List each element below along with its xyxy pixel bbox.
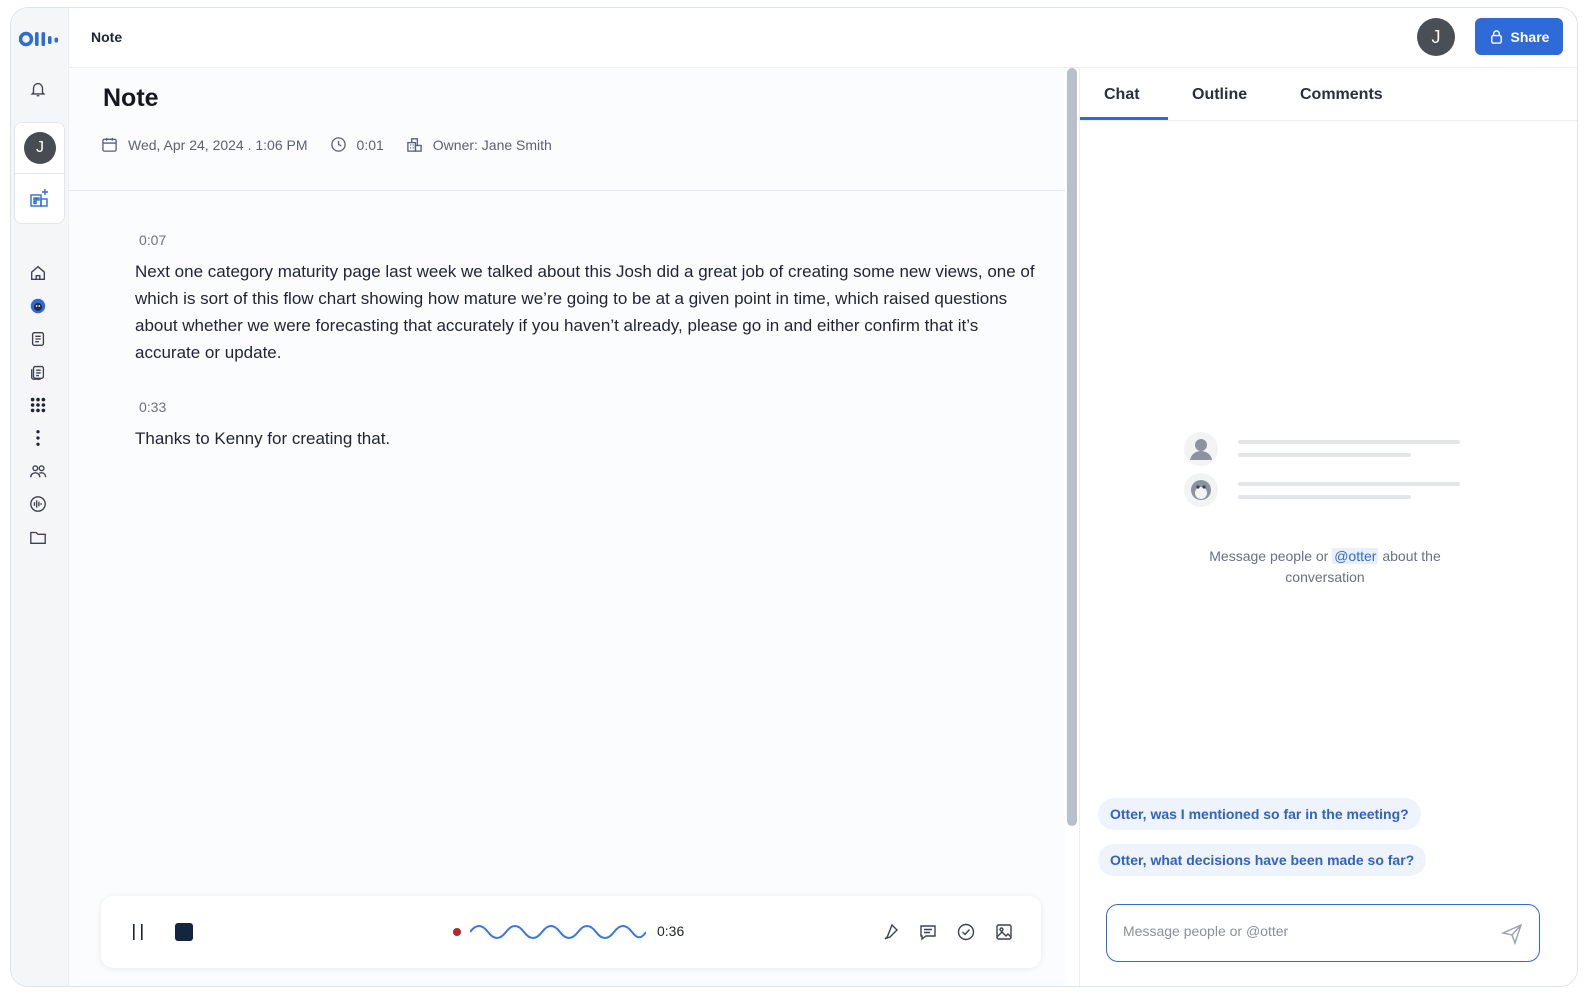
top-bar: Note J Share xyxy=(69,8,1577,68)
panel-tabs: Chat Outline Comments xyxy=(1080,68,1577,121)
chat-input-box xyxy=(1106,904,1540,962)
note-date: Wed, Apr 24, 2024 . 1:06 PM xyxy=(128,136,308,153)
otter-icon[interactable] xyxy=(28,296,48,316)
building-icon xyxy=(407,138,422,152)
workspace-card: J xyxy=(14,122,65,224)
recording-player: 0:36 xyxy=(101,896,1041,968)
suggestion-chip[interactable]: Otter, what decisions have been made so … xyxy=(1098,844,1427,876)
people-icon[interactable] xyxy=(28,461,48,481)
note-owner: Owner: Jane Smith xyxy=(432,136,552,153)
left-rail: J xyxy=(11,8,69,986)
folder-icon[interactable] xyxy=(28,527,48,547)
check-circle-icon[interactable] xyxy=(956,922,976,942)
share-button[interactable]: Share xyxy=(1475,18,1563,55)
breadcrumb[interactable]: Note xyxy=(91,29,122,45)
transcript-segment: 0:07 Next one category maturity page las… xyxy=(135,232,1035,366)
lock-icon xyxy=(1490,30,1502,44)
note-duration: 0:01 xyxy=(356,136,384,153)
tab-outline[interactable]: Outline xyxy=(1192,86,1247,104)
stop-icon[interactable] xyxy=(175,923,193,941)
scrollbar[interactable] xyxy=(1067,68,1077,826)
bell-icon[interactable] xyxy=(28,79,48,99)
otter-logo[interactable] xyxy=(19,30,61,48)
more-vertical-icon[interactable] xyxy=(28,428,48,448)
home-icon[interactable] xyxy=(28,263,48,283)
chat-input[interactable] xyxy=(1123,923,1483,939)
avatar[interactable]: J xyxy=(24,132,56,164)
side-panel: Chat Outline Comments Message people or … xyxy=(1079,68,1577,986)
app-window: J Note J Share Note Wed, Apr 24, 2024 . … xyxy=(10,7,1578,987)
otter-mention: @otter xyxy=(1332,548,1379,564)
chat-empty-text: Message people or @otter about the conve… xyxy=(1180,546,1470,588)
image-icon[interactable] xyxy=(994,922,1014,942)
suggestion-chip[interactable]: Otter, was I mentioned so far in the mee… xyxy=(1098,798,1421,830)
my-notes-icon[interactable] xyxy=(28,362,48,382)
calendar-icon xyxy=(102,137,117,152)
note-main: Note Wed, Apr 24, 2024 . 1:06 PM 0:01 Ow… xyxy=(69,68,1065,986)
audio-waveform xyxy=(470,925,646,939)
add-app-icon[interactable] xyxy=(29,187,51,209)
page-title[interactable]: Note xyxy=(103,84,159,113)
tab-comments[interactable]: Comments xyxy=(1300,86,1383,104)
segment-text[interactable]: Next one category maturity page last wee… xyxy=(135,258,1035,366)
empty-text-prefix: Message people or xyxy=(1209,548,1329,564)
highlight-icon[interactable] xyxy=(880,922,900,942)
notes-icon[interactable] xyxy=(28,329,48,349)
send-icon[interactable] xyxy=(1501,923,1523,945)
audio-icon[interactable] xyxy=(28,494,48,514)
chat-empty-illustration xyxy=(1184,432,1460,507)
apps-grid-icon[interactable] xyxy=(28,395,48,415)
note-meta: Wed, Apr 24, 2024 . 1:06 PM 0:01 Owner: … xyxy=(101,136,574,153)
divider xyxy=(69,190,1065,191)
recording-indicator xyxy=(453,928,461,936)
segment-text[interactable]: Thanks to Kenny for creating that. xyxy=(135,425,1035,452)
active-tab-indicator xyxy=(1080,117,1168,120)
segment-timestamp[interactable]: 0:33 xyxy=(139,399,1035,415)
segment-timestamp[interactable]: 0:07 xyxy=(139,232,1035,248)
avatar[interactable]: J xyxy=(1417,18,1455,56)
transcript-segment: 0:33 Thanks to Kenny for creating that. xyxy=(135,399,1035,452)
pause-icon[interactable] xyxy=(131,922,147,942)
comment-icon[interactable] xyxy=(918,922,938,942)
tab-chat[interactable]: Chat xyxy=(1104,86,1140,104)
elapsed-time: 0:36 xyxy=(657,923,685,939)
clock-icon xyxy=(330,137,346,152)
share-label: Share xyxy=(1510,28,1550,45)
